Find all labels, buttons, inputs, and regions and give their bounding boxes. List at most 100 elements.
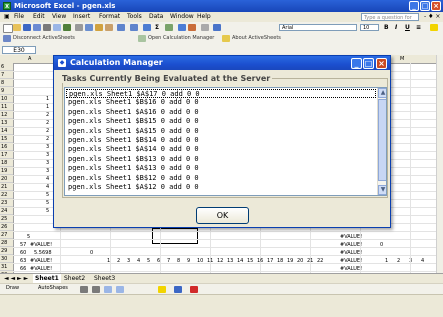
row-header-25[interactable]: 25	[0, 215, 13, 223]
redo-icon[interactable]	[130, 24, 138, 31]
dialog-close-icon[interactable]: ×	[376, 58, 387, 69]
paste-icon[interactable]	[95, 24, 103, 31]
oval-icon[interactable]	[116, 286, 124, 293]
fill-color-icon[interactable]	[430, 24, 438, 31]
task-list-item[interactable]: pgen.xls Sheet1 $A$15 0 add 0 0	[66, 127, 376, 136]
cell-a20[interactable]: 4	[46, 175, 49, 183]
draw-fill-color-icon[interactable]	[158, 286, 166, 293]
tab-sheet3[interactable]: Sheet3	[92, 274, 117, 283]
row-header-26[interactable]: 26	[0, 223, 13, 231]
cut-icon[interactable]	[75, 24, 83, 31]
drawing-icon[interactable]	[188, 24, 196, 31]
save-icon[interactable]	[23, 24, 31, 31]
task-list-item[interactable]: pgen.xls Sheet1 $B$15 0 add 0 0	[66, 117, 376, 126]
undo-icon[interactable]	[117, 24, 125, 31]
cell-a16[interactable]: 3	[46, 143, 49, 151]
menu-tools[interactable]: Tools	[127, 13, 142, 20]
menu-format[interactable]: Format	[99, 13, 120, 20]
chart-wizard-icon[interactable]	[178, 24, 186, 31]
line-icon[interactable]	[80, 286, 88, 293]
row-header-24[interactable]: 24	[0, 207, 13, 215]
task-list-item[interactable]: pgen.xls Sheet1 $B$16 0 add 0 0	[66, 98, 376, 107]
print-icon[interactable]	[43, 24, 51, 31]
menu-window[interactable]: Window	[170, 13, 194, 20]
column-header-m[interactable]: M	[400, 55, 404, 63]
menu-help[interactable]: Help	[197, 13, 211, 20]
excel-title-bar[interactable]: X Microsoft Excel - pgen.xls _ □ ×	[0, 0, 443, 12]
tab-sheet1[interactable]: Sheet1	[33, 274, 61, 283]
row-header-9[interactable]: 9	[0, 87, 13, 95]
disconnect-button[interactable]: Disconnect ActiveSheets	[13, 35, 75, 41]
row-header-16[interactable]: 16	[0, 143, 13, 151]
menu-file[interactable]: File	[14, 13, 24, 20]
task-list-item[interactable]: pgen.xls Sheet1 $A$17 0 add 0 0	[66, 89, 376, 98]
dialog-maximize-icon[interactable]: □	[363, 58, 374, 69]
row-header-10[interactable]: 10	[0, 95, 13, 103]
menu-data[interactable]: Data	[149, 13, 163, 20]
help-search-input[interactable]: Type a question for help	[361, 13, 419, 29]
autosum-icon[interactable]: Σ	[155, 24, 159, 31]
help-icon[interactable]	[213, 24, 221, 31]
doc-close-icon[interactable]: - ♦ ×	[424, 13, 440, 20]
tab-nav-icon[interactable]: ◄ ◄ ► ►	[2, 274, 30, 283]
task-list-item[interactable]: pgen.xls Sheet1 $A$13 0 add 0 0	[66, 164, 376, 173]
sort-ascending-icon[interactable]	[165, 24, 173, 31]
row-header-20[interactable]: 20	[0, 175, 13, 183]
scroll-thumb[interactable]	[378, 99, 386, 181]
dialog-title-bar[interactable]: ◆ Calculation Manager _ □ ×	[54, 56, 390, 70]
row-header-12[interactable]: 12	[0, 111, 13, 119]
open-calc-manager-button[interactable]: Open Calculation Manager	[148, 35, 214, 41]
font-color-icon[interactable]	[190, 286, 198, 293]
row-header-17[interactable]: 17	[0, 151, 13, 159]
workbook-icon[interactable]: ▣	[4, 13, 10, 20]
cell-a24[interactable]: 5	[46, 207, 49, 215]
row-header-19[interactable]: 19	[0, 167, 13, 175]
name-box[interactable]: E30	[2, 46, 36, 54]
ok-button[interactable]: OK	[196, 207, 249, 224]
restore-icon[interactable]: □	[420, 1, 430, 11]
row-header-28[interactable]: 28	[0, 239, 13, 247]
cell-a19[interactable]: 3	[46, 167, 49, 175]
dialog-minimize-icon[interactable]: _	[351, 58, 362, 69]
zoom-icon[interactable]	[201, 24, 209, 31]
task-list-item[interactable]: pgen.xls Sheet1 $A$14 0 add 0 0	[66, 145, 376, 154]
about-button[interactable]: About ActiveSheets	[232, 35, 281, 41]
row-header-30[interactable]: 30	[0, 255, 13, 263]
align-icon[interactable]: ≡	[416, 24, 421, 31]
task-list-item[interactable]: pgen.xls Sheet1 $B$14 0 add 0 0	[66, 136, 376, 145]
row-header-23[interactable]: 23	[0, 199, 13, 207]
row-header-13[interactable]: 13	[0, 119, 13, 127]
cell-a22[interactable]: 5	[46, 191, 49, 199]
cell-a23[interactable]: 5	[46, 199, 49, 207]
open-icon[interactable]	[13, 24, 21, 31]
task-list-item[interactable]: pgen.xls Sheet1 $A$16 0 add 0 0	[66, 108, 376, 117]
cell-a11[interactable]: 1	[46, 103, 49, 111]
row-header-7[interactable]: 7	[0, 71, 13, 79]
row-header-8[interactable]: 8	[0, 79, 13, 87]
row-header-11[interactable]: 11	[0, 103, 13, 111]
scroll-down-icon[interactable]: ▼	[378, 185, 386, 195]
close-icon[interactable]: ×	[431, 1, 441, 11]
cell-a17[interactable]: 3	[46, 151, 49, 159]
row-header-29[interactable]: 29	[0, 247, 13, 255]
copy-icon[interactable]	[85, 24, 93, 31]
row-header-31[interactable]: 31	[0, 263, 13, 271]
new-icon[interactable]	[3, 24, 13, 33]
format-painter-icon[interactable]	[105, 24, 113, 31]
task-list-item[interactable]: pgen.xls Sheet1 $B$13 0 add 0 0	[66, 155, 376, 164]
bold-icon[interactable]: B	[384, 24, 389, 31]
font-size-select[interactable]: 10	[360, 24, 379, 31]
menu-view[interactable]: View	[52, 13, 66, 20]
tasks-listbox[interactable]: pgen.xls Sheet1 $A$17 0 add 0 0 pgen.xls …	[64, 87, 387, 196]
cell-a21[interactable]: 4	[46, 183, 49, 191]
italic-icon[interactable]: I	[395, 24, 397, 31]
cell-a13[interactable]: 2	[46, 119, 49, 127]
cell-a10[interactable]: 1	[46, 95, 49, 103]
rectangle-icon[interactable]	[104, 286, 112, 293]
cell-a15[interactable]: 2	[46, 135, 49, 143]
arrow-icon[interactable]	[92, 286, 100, 293]
cell-a12[interactable]: 2	[46, 111, 49, 119]
menu-edit[interactable]: Edit	[33, 13, 45, 20]
permission-icon[interactable]	[33, 24, 41, 31]
scroll-up-icon[interactable]: ▲	[378, 88, 386, 98]
